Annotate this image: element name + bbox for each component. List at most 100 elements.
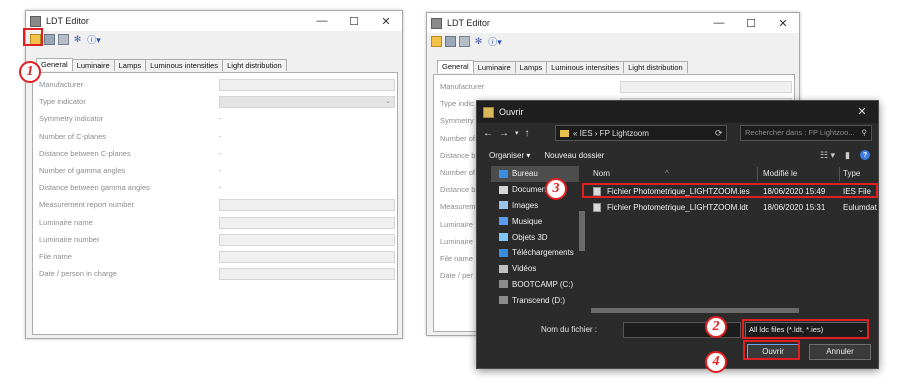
- sidebar-item-label: Bureau: [512, 169, 538, 179]
- tab-light-distribution[interactable]: Light distribution: [623, 61, 688, 73]
- field-label: Number of C-planes: [39, 131, 107, 141]
- form-row: Measurement report number: [33, 197, 397, 214]
- tab-luminaire[interactable]: Luminaire: [472, 61, 516, 73]
- open-folder-icon-right[interactable]: [431, 35, 442, 47]
- sidebar-item[interactable]: Musique: [491, 213, 579, 229]
- nav-buttons: ← → ▾ ↑: [483, 125, 551, 141]
- column-header-modified[interactable]: Modifié le: [763, 167, 797, 181]
- new-folder-button[interactable]: Nouveau dossier: [544, 151, 604, 160]
- title-bar-right: LDT Editor — ☐ ✕: [427, 13, 799, 33]
- sidebar-scroll-thumb[interactable]: [579, 211, 585, 251]
- sidebar-item[interactable]: Images: [491, 198, 579, 214]
- maximize-button-right[interactable]: ☐: [735, 13, 767, 33]
- address-bar[interactable]: « IES › FP Lightzoom: [555, 125, 727, 141]
- file-row[interactable]: Fichier Photometrique_LIGHTZOOM.ldt 18/06…: [585, 200, 877, 215]
- preview-pane-icon[interactable]: ▮: [845, 150, 850, 161]
- sidebar-item[interactable]: Téléchargements: [491, 245, 579, 261]
- form-row: Type indicator ⌄: [33, 94, 397, 111]
- sidebar-item[interactable]: Vidéos: [491, 261, 579, 277]
- maximize-button[interactable]: ☐: [338, 11, 370, 31]
- settings-icon[interactable]: ✻: [72, 34, 83, 45]
- forward-arrow-icon[interactable]: →: [499, 128, 509, 139]
- highlight-file-type: [742, 319, 869, 339]
- text-field[interactable]: [219, 216, 395, 229]
- tab-strip: General Luminaire Lamps Luminous intensitie…: [36, 58, 287, 71]
- form-row: Number of gamma angles -: [33, 163, 397, 180]
- recent-dropdown-icon[interactable]: ▾: [515, 129, 519, 137]
- save-icon[interactable]: [44, 33, 55, 45]
- column-separator[interactable]: [839, 167, 840, 181]
- ldt-editor-window-left: LDT Editor — ☐ ✕ ✻ ⓘ▾ General Luminaire La…: [25, 10, 403, 339]
- text-field[interactable]: [219, 233, 395, 246]
- up-arrow-icon[interactable]: ↑: [525, 128, 530, 139]
- sidebar-item[interactable]: Bureau: [491, 166, 579, 182]
- tab-strip-right: General Luminaire Lamps Luminous intensitie…: [437, 60, 688, 73]
- field-label: Measurement report number: [39, 200, 135, 210]
- form-row: Manufacturer: [33, 77, 397, 94]
- close-button[interactable]: ✕: [370, 11, 402, 31]
- sidebar-item[interactable]: Objets 3D: [491, 229, 579, 245]
- settings-icon-right[interactable]: ✻: [473, 36, 484, 47]
- column-separator[interactable]: [757, 167, 758, 181]
- file-list-hscrollbar[interactable]: [585, 306, 874, 314]
- hscroll-thumb[interactable]: [591, 308, 799, 313]
- callout-badge-1: 1: [19, 61, 41, 83]
- form-row: Manufacturer: [434, 79, 794, 96]
- text-field[interactable]: [219, 79, 395, 91]
- sidebar-item[interactable]: BOOTCAMP (C:): [491, 277, 579, 293]
- field-label: Measurem: [440, 202, 476, 212]
- tab-luminous-intensities[interactable]: Luminous intensities: [145, 59, 224, 71]
- field-label: Type indic: [440, 99, 474, 109]
- text-field[interactable]: [219, 268, 395, 281]
- save-as-icon-right[interactable]: [459, 35, 470, 47]
- type-indicator-select[interactable]: ⌄: [219, 96, 395, 109]
- help-icon[interactable]: ?: [860, 150, 870, 160]
- tab-light-distribution[interactable]: Light distribution: [222, 59, 287, 71]
- column-header-type[interactable]: Type: [843, 167, 860, 181]
- tab-lamps[interactable]: Lamps: [113, 59, 147, 71]
- folder-icon: [499, 280, 508, 289]
- field-label: Luminaire number: [39, 234, 100, 244]
- dialog-close-button[interactable]: ✕: [846, 101, 878, 121]
- sidebar-item-label: Vidéos: [512, 264, 537, 274]
- tab-lamps[interactable]: Lamps: [514, 61, 548, 73]
- text-field[interactable]: [620, 81, 792, 93]
- tab-luminaire[interactable]: Luminaire: [71, 59, 115, 71]
- tab-general[interactable]: General: [437, 60, 474, 73]
- field-label: Symmetry i: [440, 116, 478, 126]
- cancel-button[interactable]: Annuler: [809, 344, 871, 360]
- form-row: Distance between C-planes -: [33, 146, 397, 163]
- close-button-right[interactable]: ✕: [767, 13, 799, 33]
- field-label: File name: [440, 254, 473, 263]
- folder-icon: [499, 217, 508, 226]
- folder-icon: [499, 264, 508, 273]
- text-field[interactable]: [219, 199, 395, 212]
- highlight-open-button: [743, 340, 800, 360]
- back-arrow-icon[interactable]: ←: [483, 128, 493, 139]
- save-as-icon[interactable]: [58, 33, 69, 45]
- save-icon-right[interactable]: [445, 35, 456, 47]
- field-label: Distance between gamma angles: [39, 183, 150, 193]
- view-options-icon[interactable]: ☷ ▾: [820, 150, 835, 161]
- tab-general[interactable]: General: [36, 58, 73, 71]
- organize-button[interactable]: Organiser ▾: [489, 151, 530, 160]
- text-field[interactable]: [219, 251, 395, 263]
- form-row: Symmetry indicator -: [33, 111, 397, 128]
- field-label: Luminaire: [440, 236, 473, 246]
- highlight-ies-file: [582, 183, 878, 198]
- info-dropdown-icon[interactable]: ⓘ▾: [86, 34, 102, 45]
- field-label: Symmetry indicator: [39, 114, 104, 124]
- minimize-button[interactable]: —: [306, 11, 338, 31]
- sidebar-item-label: Objets 3D: [512, 232, 548, 242]
- column-header-name[interactable]: Nom: [593, 167, 610, 181]
- sidebar-item[interactable]: Transcend (D:): [491, 292, 579, 308]
- view-controls: ☷ ▾ ▮ ?: [820, 146, 870, 164]
- refresh-icon[interactable]: ⟳: [715, 125, 727, 141]
- info-dropdown-icon-right[interactable]: ⓘ▾: [487, 36, 503, 47]
- field-label: Distance b: [440, 150, 476, 160]
- minimize-button-right[interactable]: —: [703, 13, 735, 33]
- form-row: File name: [33, 249, 397, 266]
- folder-icon: [560, 129, 569, 137]
- search-input[interactable]: Rechercher dans : FP Lightzoo... ⚲: [740, 125, 872, 141]
- tab-luminous-intensities[interactable]: Luminous intensities: [546, 61, 625, 73]
